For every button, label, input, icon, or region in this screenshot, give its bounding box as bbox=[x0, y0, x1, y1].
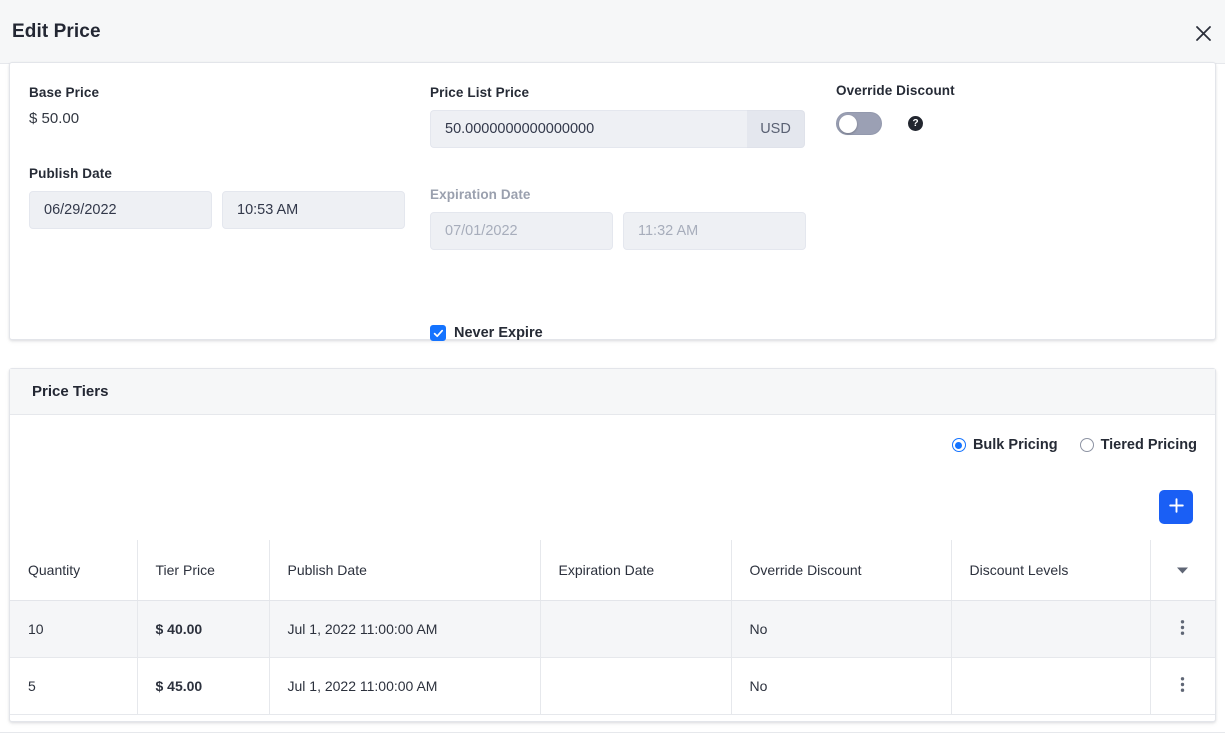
price-tiers-title: Price Tiers bbox=[32, 383, 109, 400]
publish-date-group: Publish Date 06/29/2022 10:53 AM bbox=[29, 166, 405, 229]
price-details-card: Base Price $ 50.00 Publish Date 06/29/20… bbox=[9, 62, 1216, 341]
publish-date-inputs: 06/29/2022 10:53 AM bbox=[29, 191, 405, 229]
expiration-date-input: 07/01/2022 bbox=[430, 212, 613, 250]
cell-expiration-date bbox=[540, 600, 732, 658]
column-header-tier-price[interactable]: Tier Price bbox=[137, 540, 270, 601]
never-expire-checkbox[interactable] bbox=[430, 325, 446, 341]
cell-discount-levels bbox=[951, 657, 1151, 715]
override-discount-toggle-row: ? bbox=[836, 112, 955, 135]
publish-time-input[interactable]: 10:53 AM bbox=[222, 191, 405, 229]
cell-actions bbox=[1150, 600, 1215, 658]
kebab-menu-icon[interactable] bbox=[1180, 676, 1185, 693]
cell-discount-levels bbox=[951, 600, 1151, 658]
radio-option-bulk-pricing[interactable]: Bulk Pricing bbox=[951, 437, 1058, 453]
price-list-price-input[interactable]: 50.0000000000000000 bbox=[430, 110, 747, 148]
price-tiers-table: Quantity Tier Price Publish Date Expirat… bbox=[10, 540, 1215, 715]
price-details-form: Base Price $ 50.00 Publish Date 06/29/20… bbox=[10, 63, 1215, 341]
override-discount-toggle[interactable] bbox=[836, 112, 882, 135]
price-list-price-inputs: 50.0000000000000000 USD bbox=[430, 110, 805, 148]
expiration-time-input: 11:32 AM bbox=[623, 212, 806, 250]
publish-date-label: Publish Date bbox=[29, 166, 112, 181]
never-expire-label: Never Expire bbox=[454, 325, 543, 341]
toggle-knob bbox=[839, 114, 857, 133]
pricing-mode-radio-group: Bulk Pricing Tiered Pricing bbox=[951, 437, 1197, 453]
caret-down-icon[interactable] bbox=[1176, 562, 1189, 578]
column-header-discount-levels[interactable]: Discount Levels bbox=[951, 540, 1151, 601]
base-price-label: Base Price bbox=[29, 85, 100, 100]
column-header-override-discount[interactable]: Override Discount bbox=[731, 540, 952, 601]
close-button[interactable] bbox=[1187, 17, 1219, 49]
bulk-pricing-radio[interactable] bbox=[951, 438, 966, 452]
kebab-menu-icon[interactable] bbox=[1180, 619, 1185, 636]
radio-option-tiered-pricing[interactable]: Tiered Pricing bbox=[1079, 437, 1197, 453]
check-icon bbox=[433, 328, 444, 339]
cell-publish-date: Jul 1, 2022 11:00:00 AM bbox=[269, 600, 541, 658]
table-row[interactable]: 5 $ 45.00 Jul 1, 2022 11:00:00 AM No bbox=[10, 657, 1215, 715]
publish-date-input[interactable]: 06/29/2022 bbox=[29, 191, 212, 229]
bulk-pricing-label: Bulk Pricing bbox=[972, 437, 1058, 453]
cell-quantity: 10 bbox=[10, 600, 138, 658]
column-header-quantity[interactable]: Quantity bbox=[10, 540, 138, 601]
base-price-group: Base Price $ 50.00 Publish Date 06/29/20… bbox=[29, 85, 405, 229]
never-expire-row: Never Expire bbox=[430, 325, 543, 341]
expiration-date-group: Expiration Date 07/01/2022 11:32 AM bbox=[430, 187, 806, 250]
override-discount-group: Override Discount ? bbox=[836, 83, 955, 135]
modal-header: Edit Price bbox=[0, 0, 1225, 64]
price-list-price-label: Price List Price bbox=[430, 85, 530, 100]
base-price-value: $ 50.00 bbox=[29, 110, 80, 127]
footer-divider bbox=[0, 732, 1225, 733]
price-list-price-group: Price List Price 50.0000000000000000 USD… bbox=[430, 85, 806, 250]
column-header-expiration-date[interactable]: Expiration Date bbox=[540, 540, 732, 601]
cell-quantity: 5 bbox=[10, 657, 138, 715]
table-header-row: Quantity Tier Price Publish Date Expirat… bbox=[10, 540, 1215, 601]
tiered-pricing-radio[interactable] bbox=[1079, 438, 1094, 452]
price-tiers-header: Price Tiers bbox=[10, 369, 1215, 415]
table-row[interactable]: 10 $ 40.00 Jul 1, 2022 11:00:00 AM No bbox=[10, 600, 1215, 658]
currency-suffix: USD bbox=[747, 110, 805, 148]
add-tier-button[interactable] bbox=[1159, 490, 1193, 524]
question-mark-icon[interactable]: ? bbox=[908, 116, 923, 131]
tiered-pricing-label: Tiered Pricing bbox=[1100, 437, 1197, 453]
cell-tier-price: $ 45.00 bbox=[137, 657, 270, 715]
plus-icon bbox=[1168, 497, 1185, 517]
column-header-publish-date[interactable]: Publish Date bbox=[269, 540, 541, 601]
cell-override-discount: No bbox=[731, 600, 952, 658]
page-title: Edit Price bbox=[12, 20, 101, 42]
cell-publish-date: Jul 1, 2022 11:00:00 AM bbox=[269, 657, 541, 715]
expiration-date-label: Expiration Date bbox=[430, 187, 531, 202]
close-icon bbox=[1195, 25, 1212, 42]
override-discount-label: Override Discount bbox=[836, 83, 955, 98]
column-header-actions[interactable] bbox=[1150, 540, 1215, 601]
edit-price-modal: Edit Price Base Price $ 50.00 Publish Da… bbox=[0, 0, 1225, 740]
table-header: Quantity Tier Price Publish Date Expirat… bbox=[10, 540, 1215, 601]
cell-actions bbox=[1150, 657, 1215, 715]
price-tiers-card: Price Tiers Bulk Pricing Tiered Pricing bbox=[9, 368, 1216, 722]
expiration-date-inputs: 07/01/2022 11:32 AM bbox=[430, 212, 806, 250]
cell-override-discount: No bbox=[731, 657, 952, 715]
cell-tier-price: $ 40.00 bbox=[137, 600, 270, 658]
table-body: 10 $ 40.00 Jul 1, 2022 11:00:00 AM No 5 … bbox=[10, 600, 1215, 715]
cell-expiration-date bbox=[540, 657, 732, 715]
